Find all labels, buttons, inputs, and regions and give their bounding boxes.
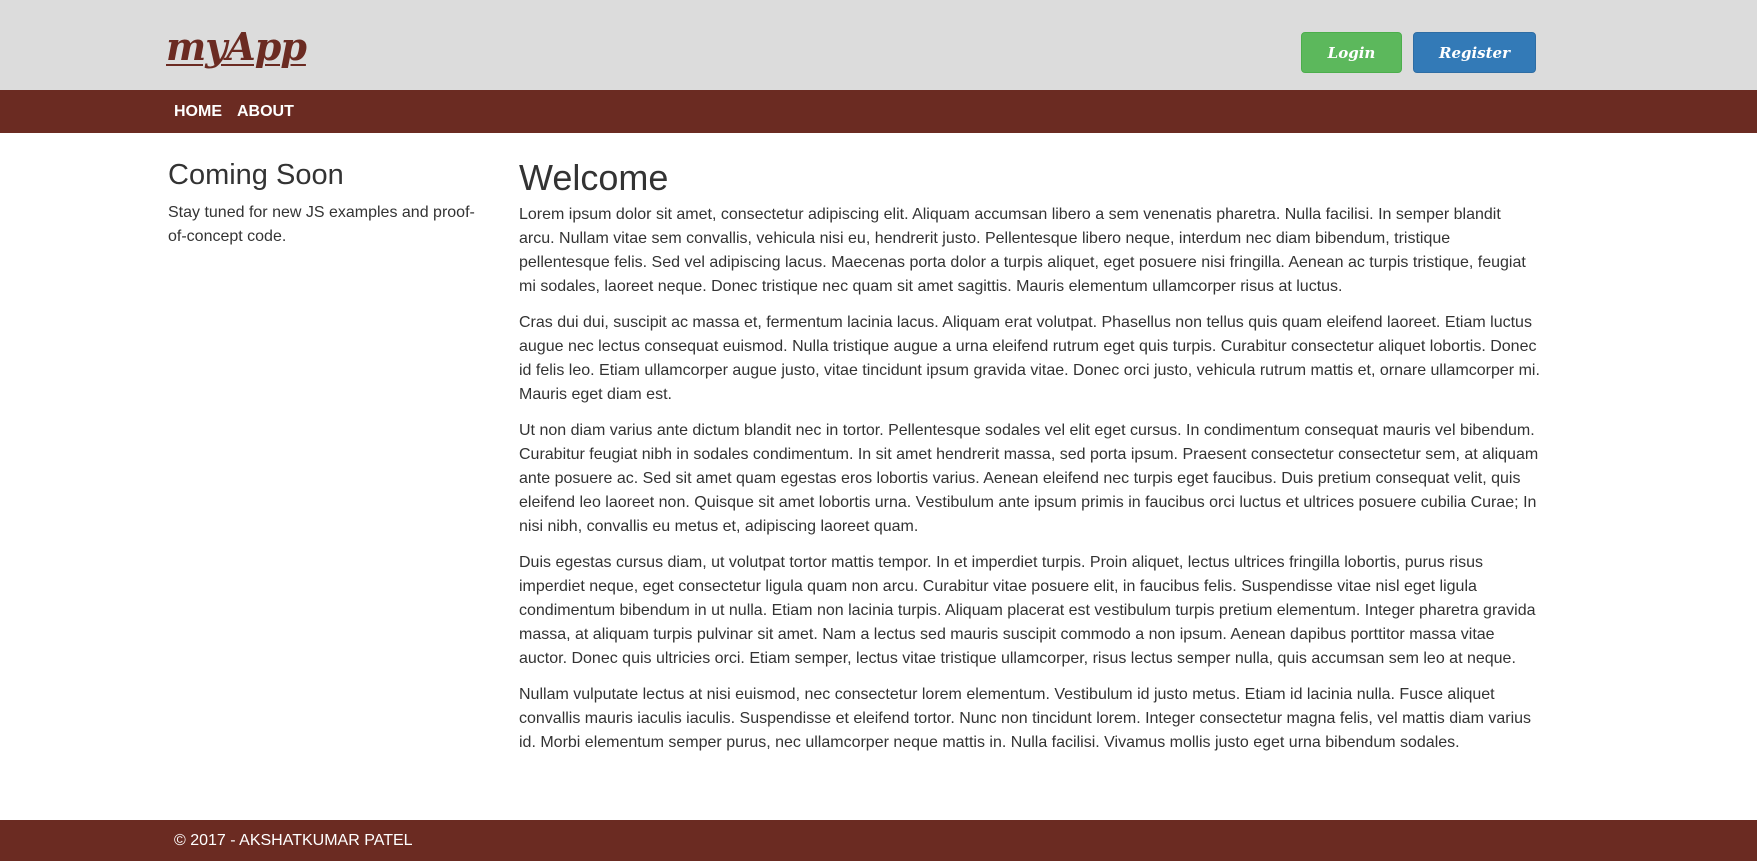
sidebar-text: Stay tuned for new JS examples and proof…: [168, 204, 475, 245]
register-button[interactable]: Register: [1413, 32, 1536, 73]
sidebar-heading: Coming Soon: [168, 159, 344, 191]
login-button[interactable]: Login: [1301, 32, 1402, 73]
content-paragraph: Ut non diam varius ante dictum blandit n…: [519, 422, 1539, 535]
main-content: Welcome Lorem ipsum dolor sit amet, cons…: [519, 155, 1540, 767]
app-logo[interactable]: myApp: [166, 24, 307, 69]
sidebar: Coming Soon Stay tuned for new JS exampl…: [168, 155, 488, 249]
main-navbar: HOME ABOUT: [0, 90, 1757, 133]
content-paragraph: Duis egestas cursus diam, ut volutpat to…: [519, 554, 1536, 667]
page-title: Welcome: [519, 157, 669, 198]
copyright-text: © 2017 - AKSHATKUMAR PATEL: [174, 832, 413, 849]
nav-item-home[interactable]: HOME: [174, 90, 222, 133]
site-header: myApp Login Register: [0, 0, 1757, 90]
content-paragraph: Cras dui dui, suscipit ac massa et, ferm…: [519, 314, 1540, 403]
content-paragraph: Lorem ipsum dolor sit amet, consectetur …: [519, 206, 1526, 295]
site-footer: © 2017 - AKSHATKUMAR PATEL: [0, 820, 1757, 861]
content-paragraph: Nullam vulputate lectus at nisi euismod,…: [519, 686, 1532, 751]
page-content: Coming Soon Stay tuned for new JS exampl…: [0, 133, 1757, 820]
nav-item-about[interactable]: ABOUT: [237, 90, 294, 133]
